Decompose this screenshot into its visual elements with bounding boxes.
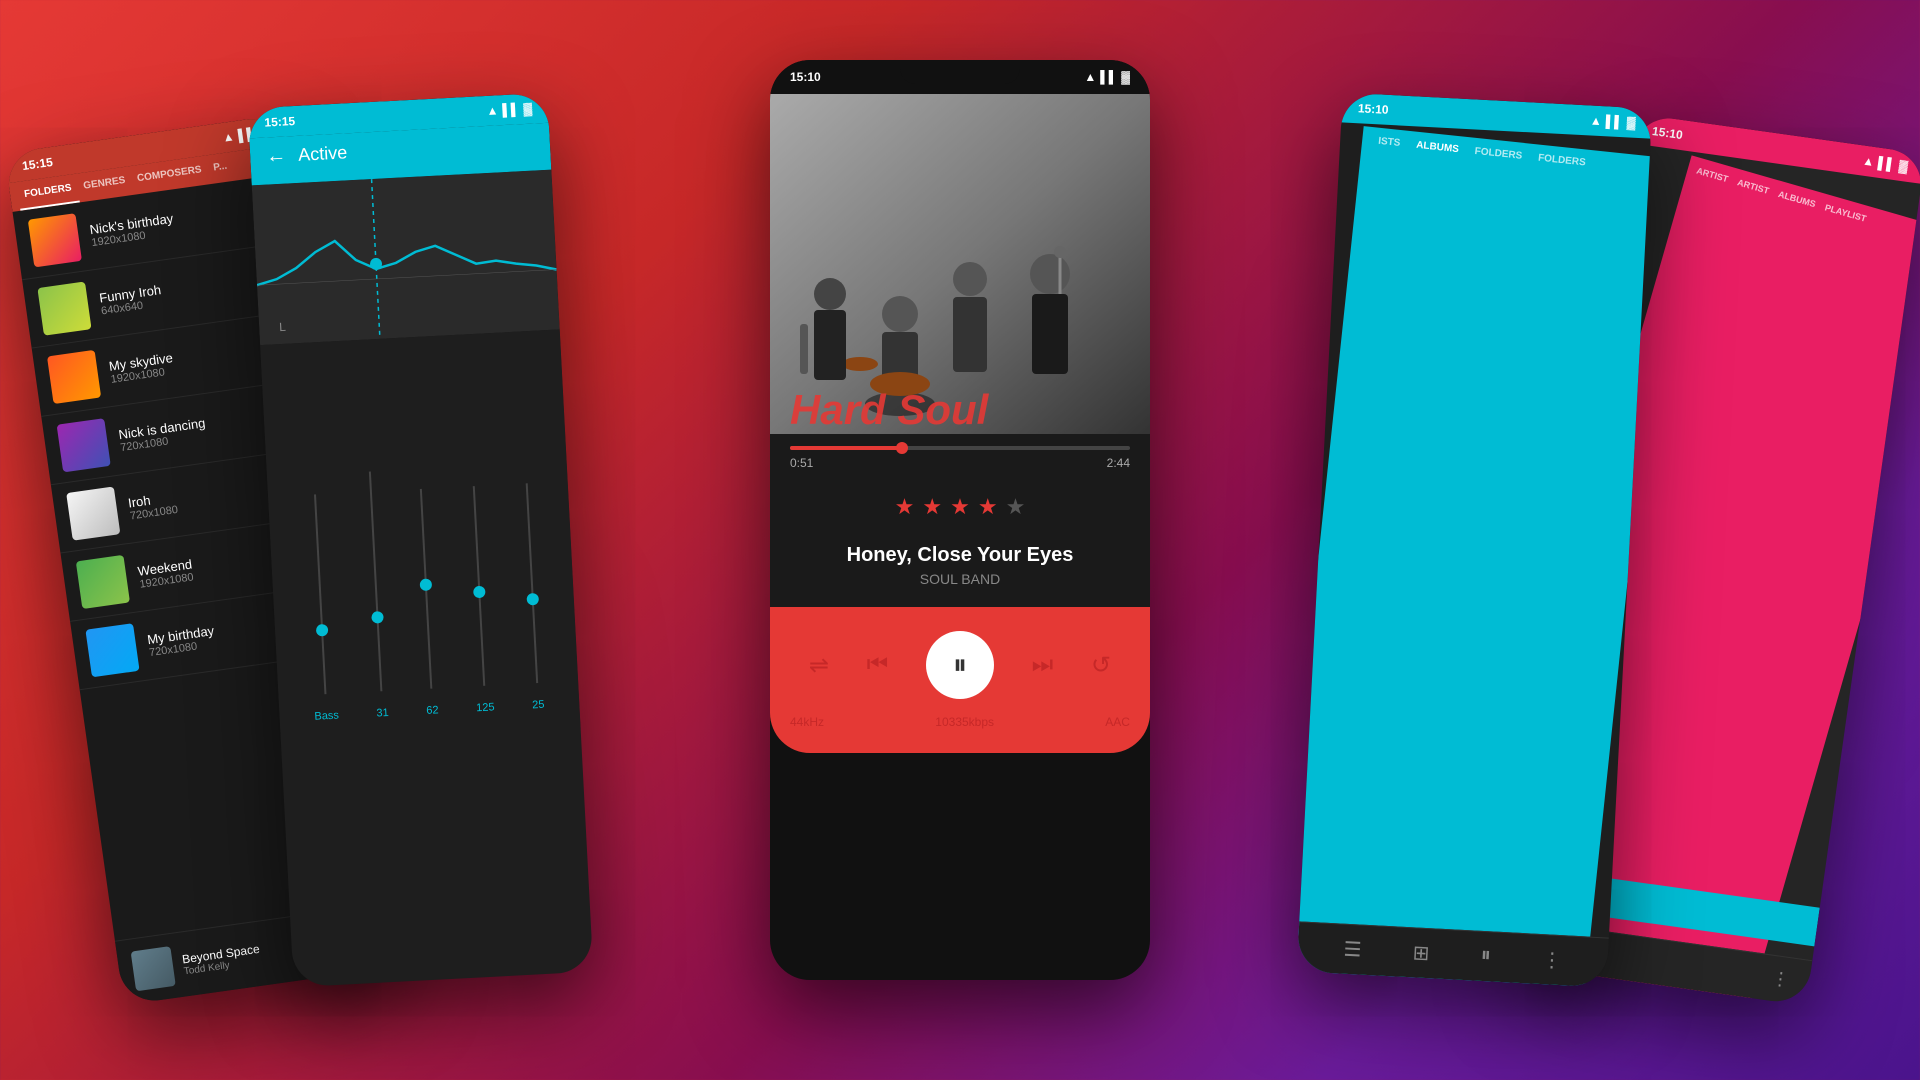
more-icon-bottom[interactable]: ⋮ xyxy=(1770,968,1791,991)
more-icon[interactable]: ⋮ xyxy=(1541,947,1562,973)
eq-sliders-area: Bass 31 62 xyxy=(260,329,581,744)
eq-slider-125[interactable]: 125 xyxy=(465,486,495,715)
album-art: Hard Soul xyxy=(770,94,1150,434)
eq-band-label-25: 25 xyxy=(532,699,545,712)
phones-container: 15:15 ▲ ▌▌ ▓ FOLDERS GENRES COMPOSERS P.… xyxy=(0,0,1920,1080)
thumb-birthday xyxy=(28,213,82,267)
waveform-svg xyxy=(252,170,560,345)
next-button[interactable]: ⏭ xyxy=(1032,651,1054,679)
eq-slider-31[interactable]: 31 xyxy=(364,471,389,719)
tab-p[interactable]: P... xyxy=(206,152,236,184)
format-bitrate: 10335kbps xyxy=(935,715,994,729)
time-total: 2:44 xyxy=(1107,456,1130,470)
phone2-time: 15:15 xyxy=(264,114,295,130)
format-codec: AAC xyxy=(1105,715,1130,729)
song-title: Honey, Close Your Eyes xyxy=(790,544,1130,567)
thumb-dog xyxy=(37,282,91,336)
phone5-time: 15:10 xyxy=(1651,124,1683,142)
stars-rating[interactable]: ★ ★ ★ ★ ★ xyxy=(770,478,1150,536)
star-2[interactable]: ★ xyxy=(922,494,942,520)
phone4-status-icons: ▲ ▌▌ ▓ xyxy=(1590,113,1636,129)
phone4-nav-tabs: ISTS ALBUMS FOLDERS FOLDERS xyxy=(1297,126,1653,987)
list-info: My skydive 1920x1080 xyxy=(108,350,175,386)
battery-icon: ▓ xyxy=(523,102,532,116)
thumb-dance xyxy=(57,418,111,472)
wifi-icon: ▲ xyxy=(222,129,236,145)
thumb-skydive xyxy=(47,350,101,404)
phone5-status-icons: ▲ ▌▌ ▓ xyxy=(1862,154,1909,174)
repeat-button[interactable]: ↺ xyxy=(1091,651,1111,680)
eq-slider-62[interactable]: 62 xyxy=(415,489,439,717)
pause-icon: ⏸ xyxy=(953,649,967,682)
waveform-display: L xyxy=(252,170,560,345)
eq-slider-bass[interactable]: Bass xyxy=(303,494,339,723)
list-info: Nick's birthday 1920x1080 xyxy=(89,210,176,248)
pause-icon-bottom[interactable]: ⏸ xyxy=(1480,944,1491,969)
eq-sliders: Bass 31 62 xyxy=(280,410,563,724)
star-5[interactable]: ★ xyxy=(1006,494,1026,520)
phone-player: 15:10 ▲ ▌▌ ▓ xyxy=(770,60,1150,980)
star-3[interactable]: ★ xyxy=(950,494,970,520)
shuffle-button[interactable]: ⇌ xyxy=(809,651,829,680)
phone3-status-icons: ▲ ▌▌ ▓ xyxy=(1084,70,1130,84)
progress-times: 0:51 2:44 xyxy=(790,456,1130,470)
eq-band-label-62: 62 xyxy=(426,704,439,717)
signal-icon: ▌▌ xyxy=(1877,156,1896,172)
eq-channel-label: L xyxy=(279,320,286,334)
star-1[interactable]: ★ xyxy=(895,494,915,520)
list-info: Funny Iroh 640x640 xyxy=(98,282,163,317)
progress-area: 0:51 2:44 xyxy=(770,434,1150,478)
phone5-status-bar: 15:10 ▲ ▌▌ ▓ xyxy=(1634,114,1920,184)
band-photo: Hard Soul xyxy=(770,94,1150,434)
signal-icon: ▌▌ xyxy=(1100,70,1117,84)
format-sample-rate: 44kHz xyxy=(790,715,824,729)
eq-band-label-bass: Bass xyxy=(314,710,339,723)
eq-band-label-31: 31 xyxy=(376,707,389,720)
wifi-icon: ▲ xyxy=(1862,154,1876,170)
battery-icon: ▓ xyxy=(1121,70,1130,84)
eq-band-label-125: 125 xyxy=(476,701,495,714)
thumb-weekend xyxy=(76,555,130,609)
thumb-iroh xyxy=(66,486,120,540)
bottom-list-info: Beyond Space Todd Kelly xyxy=(181,941,262,977)
progress-fill xyxy=(790,446,902,450)
grid-icon[interactable]: ⊞ xyxy=(1412,940,1430,966)
wifi-icon: ▲ xyxy=(1084,70,1096,84)
back-button[interactable]: ← xyxy=(266,145,287,169)
format-row: 44kHz 10335kbps AAC xyxy=(790,715,1130,729)
progress-bar[interactable] xyxy=(790,446,1130,450)
battery-icon: ▓ xyxy=(1898,159,1909,174)
phone-equalizer: 15:15 ▲ ▌▌ ▓ ← Active L xyxy=(248,93,594,987)
signal-icon: ▌▌ xyxy=(502,102,520,117)
phone2-status-icons: ▲ ▌▌ ▓ xyxy=(486,102,532,118)
phone-notch xyxy=(900,60,1020,84)
sort-icon[interactable]: ☰ xyxy=(1343,937,1362,963)
svg-text:Hard Soul: Hard Soul xyxy=(790,386,990,433)
wifi-icon: ▲ xyxy=(486,103,499,118)
wifi-icon: ▲ xyxy=(1590,113,1603,128)
pause-button[interactable]: ⏸ xyxy=(926,631,994,699)
eq-slider-25[interactable]: 25 xyxy=(521,483,545,711)
previous-button[interactable]: ⏮ xyxy=(867,651,889,679)
battery-icon: ▓ xyxy=(1626,115,1635,129)
list-info: My birthday 720x1080 xyxy=(146,623,216,659)
progress-dot xyxy=(896,442,908,454)
song-artist: SOUL BAND xyxy=(790,571,1130,587)
list-info: Nick is dancing 720x1080 xyxy=(117,415,207,454)
list-info: Iroh 720x1080 xyxy=(127,488,179,521)
list-info: Weekend 1920x1080 xyxy=(137,556,195,590)
controls-area: ⇌ ⏮ ⏸ ⏭ ↺ 44kHz 10335kbps AAC xyxy=(770,607,1150,753)
signal-icon: ▌▌ xyxy=(1605,114,1623,129)
active-title: Active xyxy=(298,142,348,166)
phone1-time: 15:15 xyxy=(21,155,53,173)
thumb-mybirthday xyxy=(85,623,139,677)
thumb-beyond xyxy=(131,946,176,991)
song-info: Honey, Close Your Eyes SOUL BAND xyxy=(770,536,1150,607)
star-4[interactable]: ★ xyxy=(978,494,998,520)
phone-albums: 15:10 ▲ ▌▌ ▓ ISTS ALBUMS FOLDERS FOLDERS xyxy=(1297,92,1653,987)
phone3-time: 15:10 xyxy=(790,70,821,84)
phone4-time: 15:10 xyxy=(1358,101,1389,117)
controls-row: ⇌ ⏮ ⏸ ⏭ ↺ xyxy=(790,631,1130,699)
time-current: 0:51 xyxy=(790,456,813,470)
